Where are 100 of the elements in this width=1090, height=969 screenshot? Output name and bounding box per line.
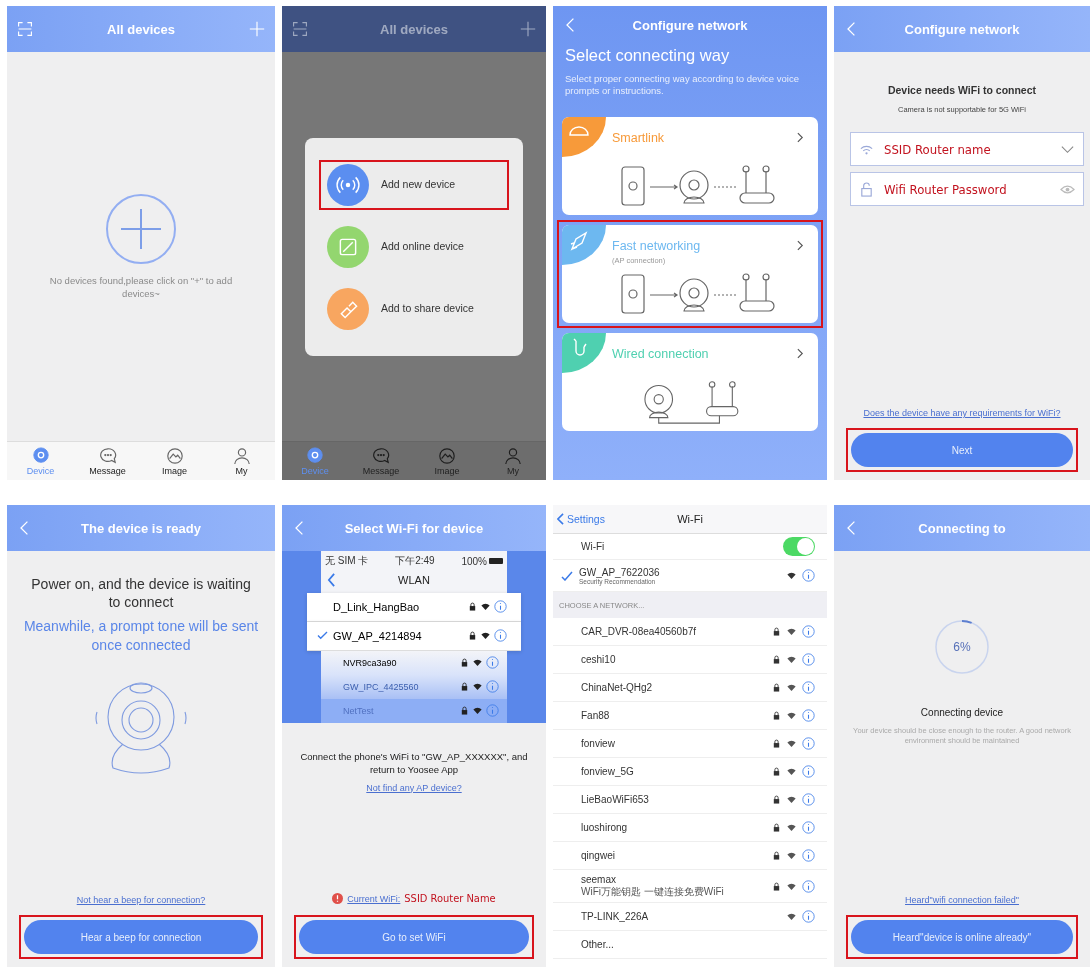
tab[interactable]: Image <box>141 442 208 480</box>
info-icon[interactable] <box>494 629 507 643</box>
ssid-field[interactable]: SSID Router name <box>850 132 1084 166</box>
network-row[interactable]: LieBaoWiFi653 <box>553 786 827 814</box>
network-name: GW_AP_7622036 <box>579 566 661 578</box>
chat-icon <box>98 446 117 465</box>
help-link[interactable]: Does the device have any requirements for WiFi? <box>863 408 1061 418</box>
lock-icon <box>468 631 477 641</box>
primary-button[interactable]: Go to set WiFi <box>299 920 529 954</box>
menu-item[interactable]: Add to share device <box>319 283 509 334</box>
tab[interactable]: Message <box>74 442 141 480</box>
option-title: Fast networking <box>612 238 701 253</box>
network-name: CAR_DVR-08ea40560b7f <box>581 626 698 637</box>
battery-icon <box>489 558 503 564</box>
chevron-icon <box>797 348 804 360</box>
info-icon[interactable] <box>802 709 815 722</box>
screen-title: The device is ready <box>81 520 201 536</box>
network-row[interactable]: D_Link_HangBao <box>307 593 521 622</box>
network-row[interactable]: TP-LINK_226A <box>553 903 827 931</box>
info-icon[interactable] <box>802 849 815 862</box>
empty-message: No devices found,please click on "+" to add devices~ <box>48 275 234 300</box>
prompt-message: Meanwhile, a prompt tone will be sent once connected <box>22 617 260 654</box>
scan-icon[interactable] <box>292 21 308 37</box>
back-icon[interactable] <box>327 573 336 587</box>
other-network-item[interactable]: Other... <box>581 939 815 950</box>
info-icon[interactable] <box>802 879 815 893</box>
network-row[interactable]: fonview <box>553 730 827 758</box>
help-link[interactable]: Heard"wifi connection failed" <box>905 895 1019 905</box>
wifi-icon <box>481 602 490 612</box>
help-link[interactable]: Not hear a beep for connection? <box>76 895 206 905</box>
camera-icon <box>31 446 50 465</box>
scan-icon[interactable] <box>17 21 33 37</box>
info-icon[interactable] <box>802 910 815 923</box>
back-icon <box>557 513 564 525</box>
status-text: Connecting device <box>920 707 1004 718</box>
warning-icon <box>332 893 344 904</box>
network-row[interactable]: GW_IPC_4425560 <box>321 674 507 699</box>
lock-icon <box>460 658 469 668</box>
wifi-icon <box>787 711 796 720</box>
wifi-icon <box>787 823 796 832</box>
plus-icon[interactable] <box>249 21 265 37</box>
network-name: qingwei <box>581 850 616 861</box>
info-icon[interactable] <box>802 569 815 582</box>
tab[interactable]: Image <box>414 442 480 480</box>
info-icon[interactable] <box>486 704 499 718</box>
network-name: Fan88 <box>581 710 611 721</box>
wifi-icon <box>787 571 796 580</box>
person-icon <box>232 446 251 465</box>
lock-icon <box>859 181 874 197</box>
toggle-switch[interactable] <box>783 537 815 556</box>
menu-item[interactable]: Add online device <box>319 221 509 272</box>
help-link[interactable]: Not find any AP device? <box>366 782 462 793</box>
network-row[interactable]: Fan88 <box>553 702 827 730</box>
screen-title: All devices <box>107 21 175 37</box>
info-icon[interactable] <box>486 656 499 670</box>
current-wifi-link[interactable]: Current WiFi: <box>347 893 401 904</box>
screen-title: Configure network <box>904 21 1020 37</box>
primary-button[interactable]: Next <box>851 433 1073 467</box>
check-icon <box>317 631 329 641</box>
picture-icon <box>165 446 184 465</box>
tab[interactable]: My <box>208 442 275 480</box>
info-icon[interactable] <box>802 625 815 638</box>
screen-title: WLAN <box>398 574 430 586</box>
lock-icon <box>772 851 781 860</box>
info-icon[interactable] <box>486 680 499 694</box>
lock-icon <box>772 823 781 832</box>
plus-icon[interactable] <box>520 21 536 37</box>
add-circle-icon[interactable] <box>105 193 177 266</box>
lock-icon <box>772 739 781 748</box>
info-icon[interactable] <box>802 681 815 694</box>
network-row[interactable]: qingwei <box>553 842 827 870</box>
wifi-icon <box>473 658 482 668</box>
network-row[interactable]: seemax WiFi万能钥匙 一键连接免费WiFi <box>553 870 827 903</box>
form-heading: Device needs WiFi to connect <box>887 84 1037 96</box>
wifi-icon <box>787 795 796 804</box>
check-icon <box>561 570 573 581</box>
network-name: ceshi10 <box>581 654 617 665</box>
network-name: TP-LINK_226A <box>581 911 650 922</box>
info-icon[interactable] <box>802 737 815 750</box>
network-row[interactable]: GW_AP_4214894 <box>307 621 521 651</box>
lock-icon <box>772 711 781 720</box>
network-row[interactable]: CAR_DVR-08ea40560b7f <box>553 618 827 646</box>
network-row[interactable]: luoshirong <box>553 814 827 842</box>
network-row[interactable]: fonview_5G <box>553 758 827 786</box>
lock-icon <box>772 881 781 891</box>
primary-button[interactable]: Hear a beep for connection <box>24 920 258 954</box>
lock-icon <box>772 767 781 776</box>
info-icon[interactable] <box>802 653 815 666</box>
info-icon[interactable] <box>802 821 815 834</box>
menu-item[interactable]: Add new device <box>319 159 509 210</box>
back-link[interactable]: Settings <box>553 513 605 525</box>
password-field[interactable]: Wifi Router Password <box>850 172 1084 206</box>
tab[interactable]: My <box>480 442 546 480</box>
primary-button[interactable]: Heard"device is online already" <box>851 920 1073 954</box>
info-icon[interactable] <box>494 600 507 614</box>
network-row[interactable]: ChinaNet-QHg2 <box>553 674 827 702</box>
info-icon[interactable] <box>802 793 815 806</box>
wifi-icon <box>481 631 490 641</box>
network-row[interactable]: ceshi10 <box>553 646 827 674</box>
info-icon[interactable] <box>802 765 815 778</box>
